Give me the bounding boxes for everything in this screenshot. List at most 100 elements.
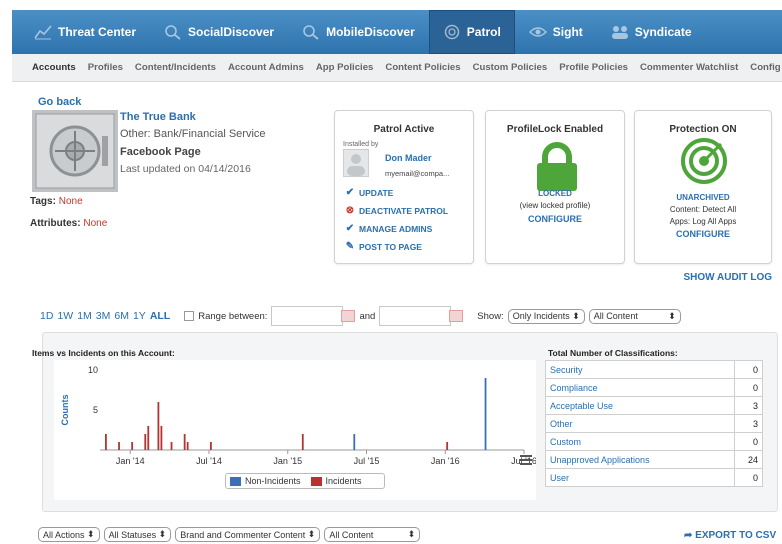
classifications-title: Total Number of Classifications:: [548, 348, 678, 358]
vault-image: [32, 110, 118, 192]
subnav-account-admins[interactable]: Account Admins: [228, 62, 304, 73]
account-name[interactable]: The True Bank: [120, 111, 196, 123]
range-3m[interactable]: 3M: [96, 310, 111, 322]
subnav-custom-policies[interactable]: Custom Policies: [473, 62, 548, 73]
range-1m[interactable]: 1M: [77, 310, 92, 322]
avatar: [343, 149, 369, 177]
protection-content-line: Content: Detect All: [669, 205, 737, 214]
table-row: Other 3: [545, 414, 763, 433]
app-frame: Threat Center SocialDiscover MobileDisco…: [12, 0, 782, 544]
account-page-type: Facebook Page: [120, 146, 201, 158]
share-arrow-icon: ➦: [684, 530, 693, 541]
profilelock-configure-link[interactable]: CONFIGURE: [486, 214, 624, 224]
end-date-input[interactable]: [379, 306, 452, 326]
range-1d[interactable]: 1D: [40, 310, 53, 322]
x-tick-label: Jan '15: [273, 456, 302, 466]
chevron-updown-icon: ⬍: [158, 529, 167, 539]
account-updated: Last updated on 04/14/2016: [120, 163, 251, 175]
select-value: All Statuses: [108, 529, 157, 540]
calendar-icon[interactable]: [449, 310, 464, 322]
tab-patrol[interactable]: Patrol: [428, 10, 515, 54]
actions-select[interactable]: All Actions ⬍: [38, 527, 100, 542]
classification-name[interactable]: Acceptable Use: [545, 396, 735, 415]
classification-count: 24: [734, 450, 763, 469]
y-axis-label: Counts: [60, 395, 70, 426]
hamburger-menu-icon[interactable]: [520, 455, 532, 465]
x-tick-label: Jul '15: [354, 456, 380, 466]
chevron-updown-icon: ⬍: [307, 529, 316, 539]
classification-name[interactable]: Custom: [545, 432, 735, 451]
classification-count: 0: [734, 360, 763, 379]
subnav-config[interactable]: Config: [750, 62, 780, 73]
show-audit-log-link[interactable]: SHOW AUDIT LOG: [683, 272, 772, 283]
select-value: All Content: [593, 311, 638, 321]
deactivate-patrol-action[interactable]: ⊗ DEACTIVATE PATROL: [345, 205, 448, 216]
legend-label-non-incidents[interactable]: Non-Incidents: [245, 476, 301, 486]
tab-label: Threat Center: [58, 25, 137, 39]
go-back-link[interactable]: Go back: [38, 96, 81, 108]
update-action[interactable]: ✔ UPDATE: [345, 187, 448, 198]
tab-socialdiscover[interactable]: SocialDiscover: [150, 10, 288, 54]
range-1w[interactable]: 1W: [57, 310, 73, 322]
shield-icon: [444, 24, 460, 40]
content-select[interactable]: All Content ⬍: [588, 308, 681, 324]
tab-syndicate[interactable]: Syndicate: [597, 10, 706, 54]
tab-label: SocialDiscover: [188, 25, 275, 39]
start-date-input[interactable]: [271, 306, 344, 326]
content-source-select[interactable]: Brand and Commenter Content ⬍: [175, 527, 321, 542]
subnav-accounts[interactable]: Accounts: [32, 62, 76, 73]
attributes-value[interactable]: None: [83, 218, 107, 229]
sub-nav: Accounts Profiles Content/Incidents Acco…: [12, 54, 782, 82]
installer-name[interactable]: Don Mader: [385, 153, 432, 163]
classification-name[interactable]: Unapproved Applications: [545, 450, 735, 469]
subnav-content-policies[interactable]: Content Policies: [385, 62, 460, 73]
tags-value[interactable]: None: [59, 196, 83, 207]
range-1y[interactable]: 1Y: [133, 310, 146, 322]
table-row: Custom 0: [545, 432, 763, 451]
installed-by-label: Installed by: [343, 141, 379, 148]
group-icon: [611, 26, 628, 39]
patrol-actions: ✔ UPDATE ⊗ DEACTIVATE PATROL ✔ MANAGE ADMIN…: [345, 187, 448, 259]
target-icon: [681, 138, 727, 184]
attributes-label: Attributes:: [30, 218, 81, 229]
subnav-profiles[interactable]: Profiles: [88, 62, 123, 73]
subnav-content-incidents[interactable]: Content/Incidents: [135, 62, 216, 73]
incident-bar: [147, 426, 150, 450]
incident-bar: [118, 442, 120, 450]
and-label: and: [359, 310, 376, 322]
incident-bar: [160, 426, 163, 450]
chart-legend: Non-Incidents Incidents: [225, 473, 385, 489]
table-row: Unapproved Applications 24: [545, 450, 763, 469]
post-to-page-action[interactable]: ✎ POST TO PAGE: [345, 241, 448, 252]
subnav-commenter-watchlist[interactable]: Commenter Watchlist: [640, 62, 738, 73]
manage-admins-action[interactable]: ✔ MANAGE ADMINS: [345, 223, 448, 234]
non-incident-bar: [353, 434, 356, 450]
calendar-icon[interactable]: [341, 310, 356, 322]
range-all[interactable]: ALL: [150, 310, 170, 322]
classification-name[interactable]: Compliance: [545, 378, 735, 397]
show-select[interactable]: Only Incidents ⬍: [507, 308, 585, 324]
protection-status: UNARCHIVED: [676, 193, 730, 202]
tab-mobilediscover[interactable]: MobileDiscover: [288, 10, 429, 54]
range-6m[interactable]: 6M: [114, 310, 129, 322]
subnav-app-policies[interactable]: App Policies: [316, 62, 374, 73]
export-to-csv-link[interactable]: ➦ EXPORT TO CSV: [684, 530, 776, 541]
classification-name[interactable]: User: [545, 468, 735, 487]
subnav-profile-policies[interactable]: Profile Policies: [559, 62, 628, 73]
account-type: Other: Bank/Financial Service: [120, 128, 266, 140]
range-between-checkbox[interactable]: [184, 311, 195, 321]
legend-label-incidents[interactable]: Incidents: [326, 476, 362, 486]
tab-sight[interactable]: Sight: [515, 10, 597, 54]
incident-bar: [210, 442, 212, 450]
date-filters: 1D 1W 1M 3M 6M 1Y ALL Range between: and…: [40, 306, 780, 326]
tab-threat-center[interactable]: Threat Center: [12, 10, 150, 54]
attributes-row: Attributes: None: [30, 218, 107, 229]
statuses-select[interactable]: All Statuses ⬍: [103, 527, 172, 542]
classification-name[interactable]: Other: [545, 414, 735, 433]
check-icon: ✔: [345, 187, 355, 198]
content-type-select[interactable]: All Content ⬍: [324, 527, 421, 542]
chevron-updown-icon: ⬍: [407, 529, 416, 539]
protection-configure-link[interactable]: CONFIGURE: [635, 229, 771, 239]
classification-name[interactable]: Security: [545, 360, 735, 379]
view-locked-profile-link[interactable]: (view locked profile): [486, 201, 624, 210]
